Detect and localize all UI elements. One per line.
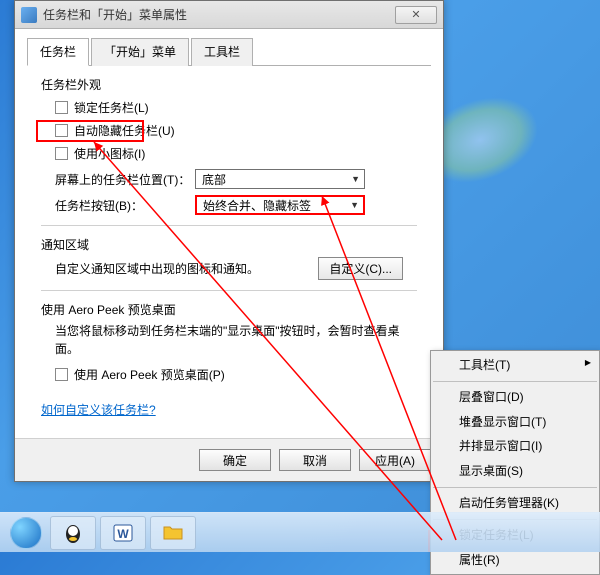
chevron-down-icon: ▼ [350, 200, 359, 210]
autohide-checkbox[interactable] [55, 124, 68, 137]
notify-desc: 自定义通知区域中出现的图标和通知。 [55, 260, 259, 278]
customize-button[interactable]: 自定义(C)... [318, 257, 403, 280]
cancel-button[interactable]: 取消 [279, 449, 351, 471]
titlebar[interactable]: 任务栏和「开始」菜单属性 ✕ [15, 1, 443, 29]
help-link[interactable]: 如何自定义该任务栏? [41, 401, 156, 418]
chevron-down-icon: ▼ [351, 174, 360, 184]
tab-toolbars[interactable]: 工具栏 [191, 38, 253, 66]
ok-button[interactable]: 确定 [199, 449, 271, 471]
start-button[interactable] [4, 515, 48, 551]
aero-desc: 当您将鼠标移动到任务栏末端的"显示桌面"按钮时，会暂时查看桌面。 [55, 322, 417, 358]
small-icons-label: 使用小图标(I) [74, 145, 145, 162]
taskbar-app-qq[interactable] [50, 516, 96, 550]
svg-text:W: W [117, 527, 129, 541]
autohide-label: 自动隐藏任务栏(U) [74, 122, 175, 139]
folder-icon [161, 521, 185, 545]
tab-strip: 任务栏 「开始」菜单 工具栏 [27, 37, 431, 66]
divider [41, 290, 417, 291]
word-icon: W [111, 521, 135, 545]
dialog-body: 任务栏 「开始」菜单 工具栏 任务栏外观 锁定任务栏(L) 自动隐藏任务栏(U)… [15, 29, 443, 438]
position-value: 底部 [202, 171, 226, 188]
taskbar-properties-dialog: 任务栏和「开始」菜单属性 ✕ 任务栏 「开始」菜单 工具栏 任务栏外观 锁定任务… [14, 0, 444, 482]
dialog-icon [21, 7, 37, 23]
penguin-icon [61, 521, 85, 545]
menu-separator [433, 487, 597, 488]
menu-toolbars[interactable]: 工具栏(T) [431, 353, 599, 378]
taskbar-buttons-select[interactable]: 始终合并、隐藏标签 ▼ [195, 195, 365, 215]
aero-peek-label: 使用 Aero Peek 预览桌面(P) [74, 366, 225, 383]
dialog-footer: 确定 取消 应用(A) [15, 438, 443, 481]
taskbar-app-explorer[interactable] [150, 516, 196, 550]
appearance-group-label: 任务栏外观 [41, 76, 431, 93]
divider [41, 225, 417, 226]
buttons-value: 始终合并、隐藏标签 [203, 197, 311, 214]
menu-separator [433, 381, 597, 382]
menu-sidebyside[interactable]: 并排显示窗口(I) [431, 434, 599, 459]
aero-group-label: 使用 Aero Peek 预览桌面 [41, 301, 431, 318]
small-icons-checkbox[interactable] [55, 147, 68, 160]
menu-show-desktop[interactable]: 显示桌面(S) [431, 459, 599, 484]
aero-peek-checkbox[interactable] [55, 368, 68, 381]
buttons-label: 任务栏按钮(B)： [55, 197, 195, 214]
notify-group-label: 通知区域 [41, 236, 431, 253]
tab-taskbar[interactable]: 任务栏 [27, 38, 89, 66]
lock-taskbar-checkbox[interactable] [55, 101, 68, 114]
taskbar[interactable]: W [0, 512, 600, 552]
position-select[interactable]: 底部 ▼ [195, 169, 365, 189]
menu-cascade[interactable]: 层叠窗口(D) [431, 385, 599, 410]
apply-button[interactable]: 应用(A) [359, 449, 431, 471]
tab-start-menu[interactable]: 「开始」菜单 [91, 38, 189, 66]
windows-orb-icon [10, 517, 42, 549]
taskbar-app-word[interactable]: W [100, 516, 146, 550]
dialog-title: 任务栏和「开始」菜单属性 [43, 6, 395, 23]
menu-stack[interactable]: 堆叠显示窗口(T) [431, 410, 599, 435]
position-label: 屏幕上的任务栏位置(T)： [55, 171, 195, 188]
close-button[interactable]: ✕ [395, 6, 437, 24]
lock-taskbar-label: 锁定任务栏(L) [74, 99, 149, 116]
